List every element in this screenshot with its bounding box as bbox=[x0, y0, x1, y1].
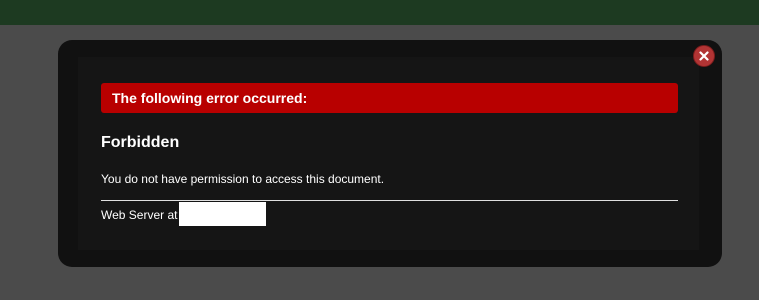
divider bbox=[101, 200, 678, 201]
error-title: Forbidden bbox=[101, 134, 180, 151]
error-banner-text: The following error occurred: bbox=[112, 90, 308, 106]
error-message: You do not have permission to access thi… bbox=[101, 172, 385, 186]
redacted-server-address bbox=[179, 202, 266, 226]
error-banner: The following error occurred: bbox=[101, 83, 678, 113]
server-info-label: Web Server at bbox=[101, 208, 178, 222]
close-button[interactable] bbox=[693, 45, 715, 67]
close-icon bbox=[699, 51, 709, 61]
top-header-bar bbox=[0, 0, 759, 25]
error-modal bbox=[58, 40, 722, 267]
